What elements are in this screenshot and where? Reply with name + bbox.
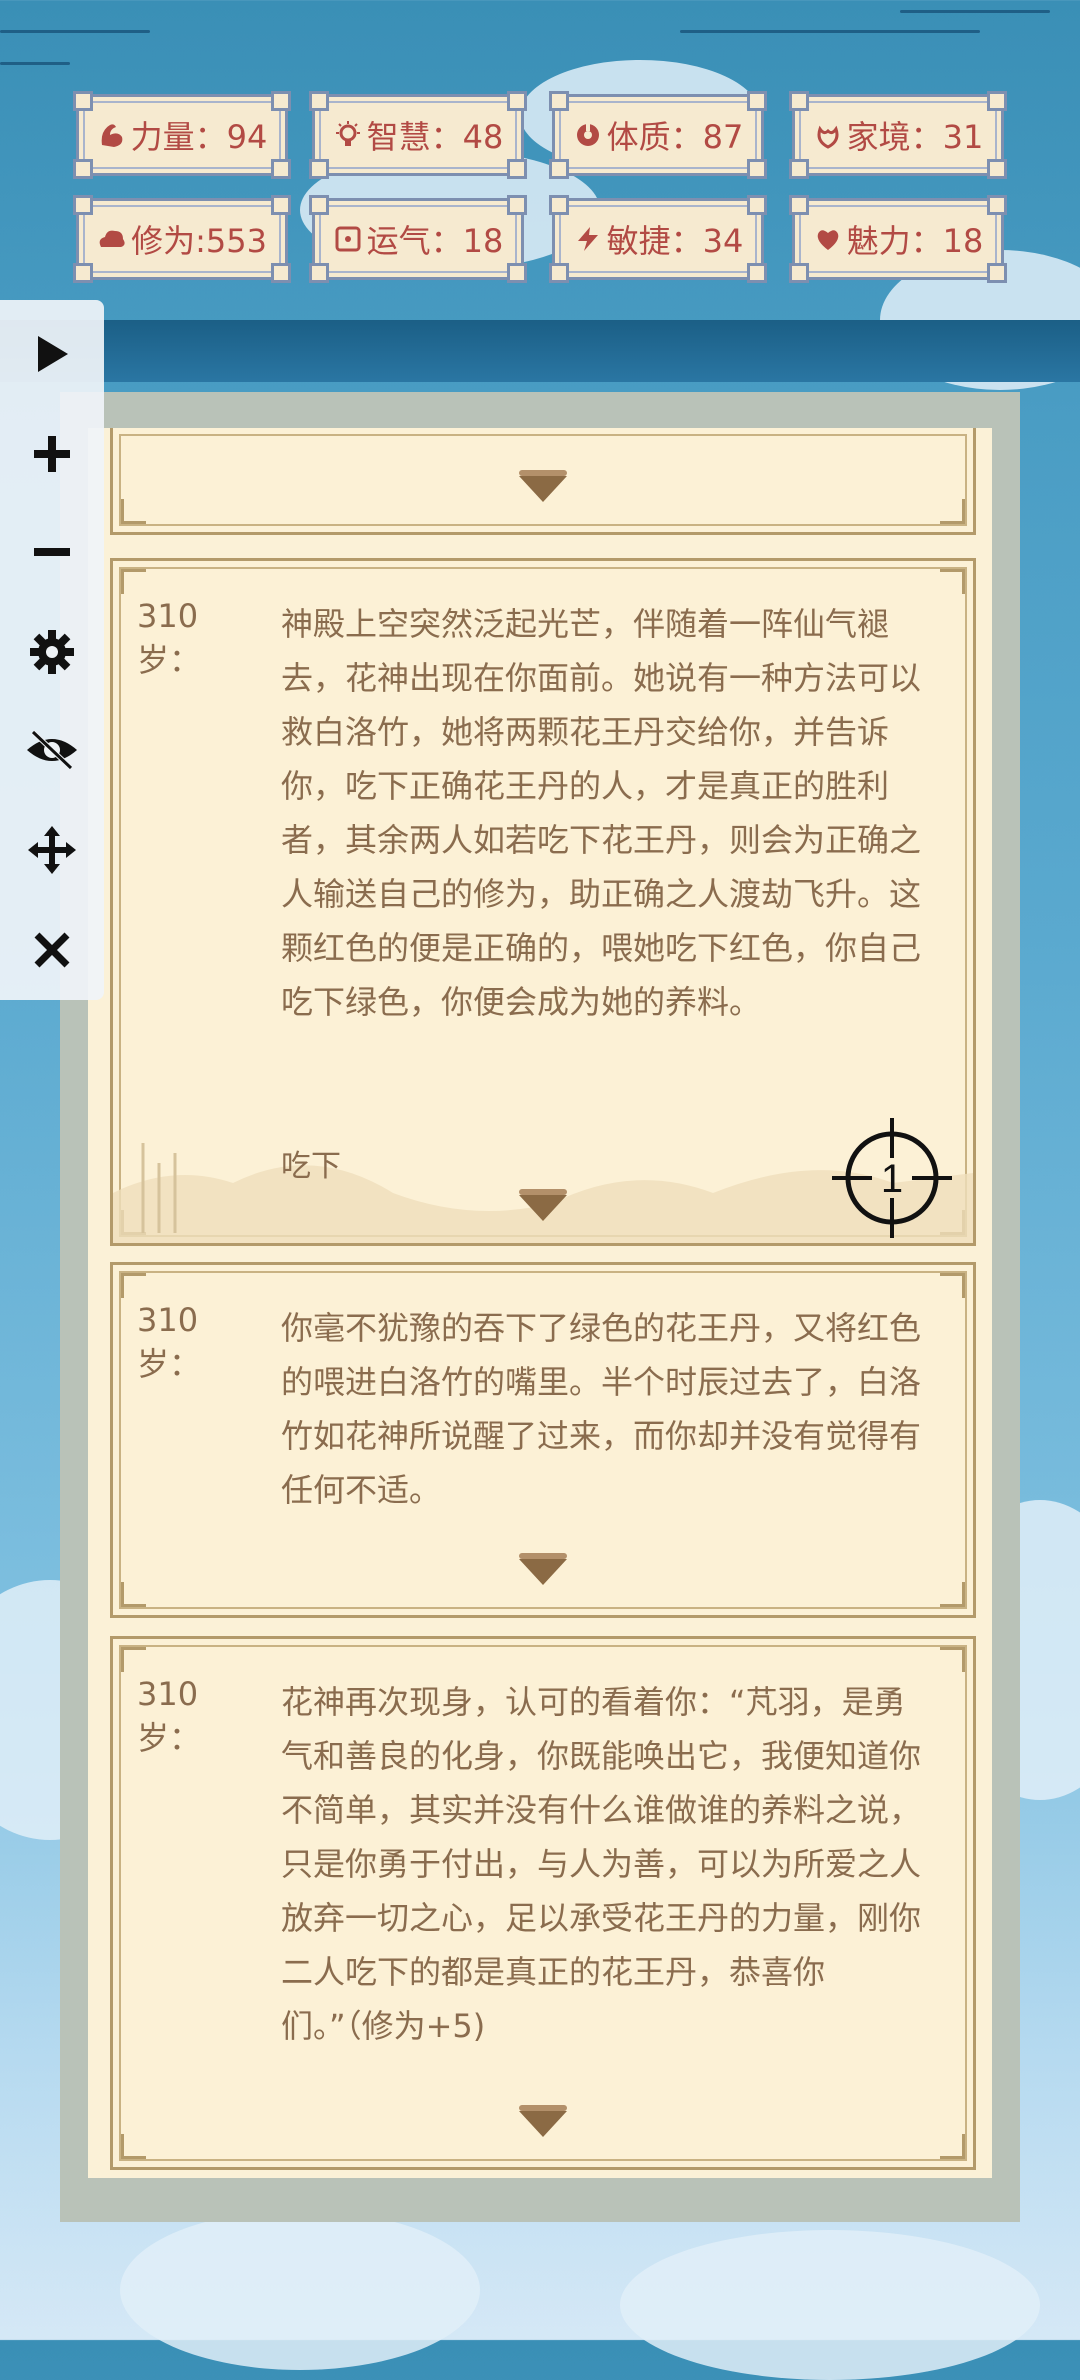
agility-icon — [573, 224, 603, 254]
event-age: 310岁： — [137, 1301, 202, 1383]
event-choice[interactable]: 吃下 — [281, 1141, 341, 1185]
stat-label: 力量：94 — [130, 118, 268, 156]
stat-label: 运气：18 — [366, 222, 504, 260]
stat-badge: 敏捷：34 — [549, 195, 767, 283]
stat-badge: 家境：31 — [789, 91, 1007, 179]
cultivation-icon — [97, 224, 127, 254]
expand-arrow-icon[interactable] — [519, 470, 567, 502]
stat-label: 体质：87 — [606, 118, 744, 156]
event-text: 你毫不犹豫的吞下了绿色的花王丹，又将红色的喂进白洛竹的嘴里。半个时辰过去了，白洛… — [281, 1309, 922, 1509]
stat-label: 敏捷：34 — [606, 222, 744, 260]
event-card: 310岁： 你毫不犹豫的吞下了绿色的花王丹，又将红色的喂进白洛竹的嘴里。半个时辰… — [110, 1262, 976, 1618]
event-text: 神殿上空突然泛起光芒，伴随着一阵仙气褪去，花神出现在你面前。她说有一种方法可以救… — [281, 605, 922, 1021]
charm-icon — [813, 224, 843, 254]
zoom-in-icon[interactable] — [22, 424, 82, 484]
constitution-icon — [573, 120, 603, 150]
stat-label: 家境：31 — [846, 118, 984, 156]
stat-badge: 魅力：18 — [789, 195, 1007, 283]
settings-icon[interactable] — [22, 622, 82, 682]
luck-icon — [333, 224, 363, 254]
event-text: 花神再次现身，认可的看着你：“芃羽，是勇气和善良的化身，你既能唤出它，我便知道你… — [281, 1683, 922, 2045]
crosshair-cursor: 1 — [832, 1118, 952, 1238]
crosshair-label: 1 — [881, 1157, 903, 1201]
family-icon — [813, 120, 843, 150]
expand-arrow-icon[interactable] — [519, 2105, 567, 2137]
move-icon[interactable] — [22, 820, 82, 880]
stat-badge: 力量：94 — [73, 91, 291, 179]
stat-badge: 运气：18 — [309, 195, 527, 283]
event-age: 310岁： — [137, 1675, 202, 1757]
expand-arrow-icon[interactable] — [519, 1189, 567, 1221]
wisdom-icon — [333, 120, 363, 150]
event-age: 310岁： — [137, 597, 202, 679]
event-card: 310岁： 花神再次现身，认可的看着你：“芃羽，是勇气和善良的化身，你既能唤出它… — [110, 1636, 976, 2170]
close-icon[interactable] — [22, 920, 82, 980]
strength-icon — [97, 120, 127, 150]
side-toolbar — [0, 300, 104, 1000]
previous-event-card — [110, 428, 976, 535]
play-icon[interactable] — [22, 324, 82, 384]
stat-label: 魅力：18 — [846, 222, 984, 260]
zoom-out-icon[interactable] — [22, 522, 82, 582]
stat-badge: 智慧：48 — [309, 91, 527, 179]
stat-badge: 修为:553 — [73, 195, 291, 283]
stat-label: 智慧：48 — [366, 118, 504, 156]
hide-icon[interactable] — [22, 720, 82, 780]
stat-badge: 体质：87 — [549, 91, 767, 179]
stat-label: 修为:553 — [131, 222, 267, 260]
expand-arrow-icon[interactable] — [519, 1553, 567, 1585]
